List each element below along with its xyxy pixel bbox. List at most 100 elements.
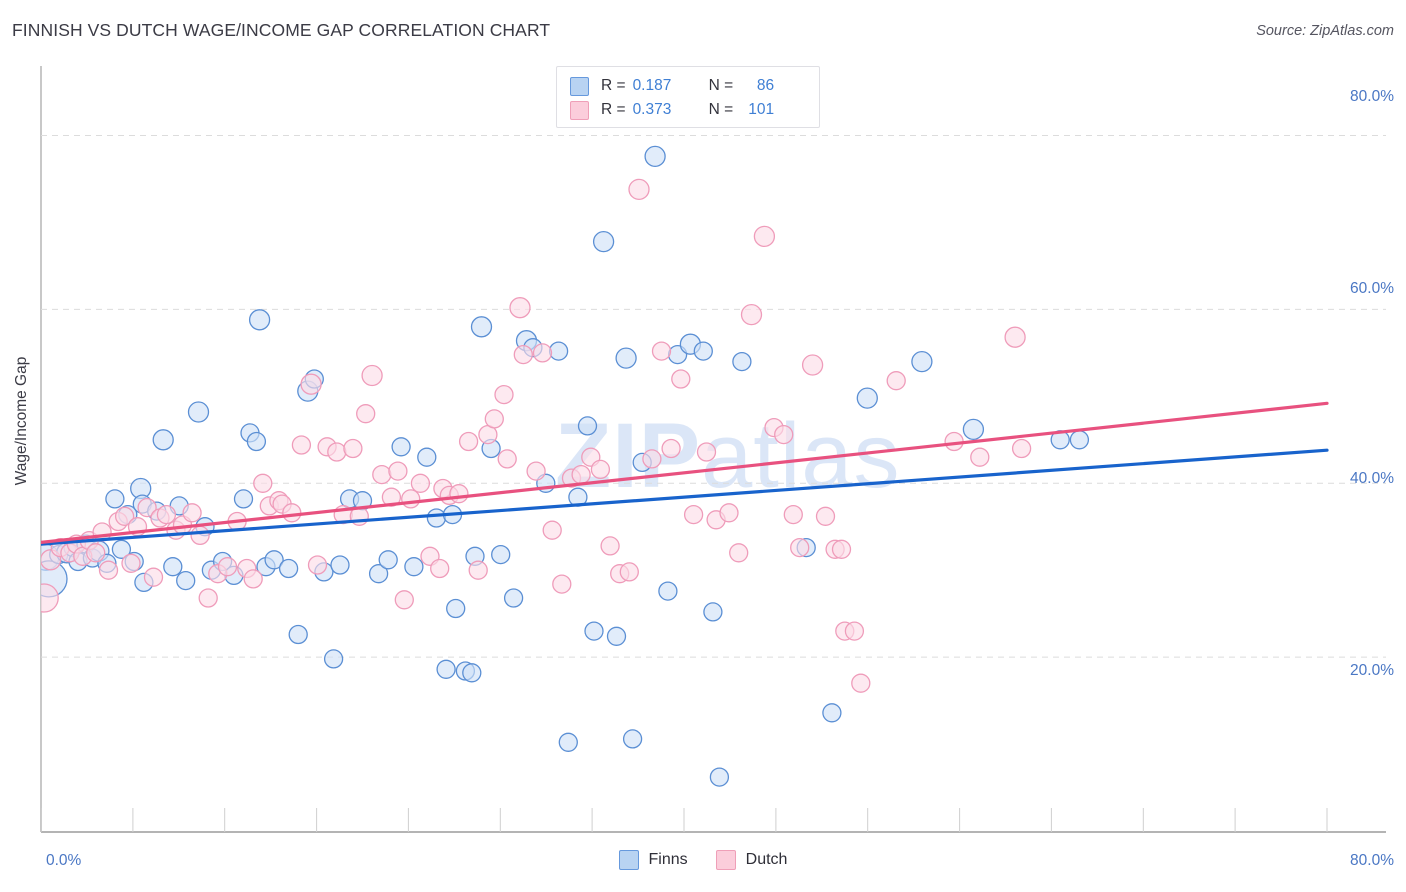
data-point — [844, 621, 865, 641]
data-point — [503, 588, 524, 608]
trendline-finns — [41, 448, 1329, 546]
data-point — [278, 558, 299, 579]
data-point — [182, 503, 202, 523]
data-point — [590, 459, 611, 480]
data-point — [372, 464, 392, 485]
data-point — [642, 449, 662, 469]
data-point — [388, 461, 408, 481]
data-point — [709, 767, 730, 787]
data-point — [484, 409, 504, 429]
data-point — [176, 570, 196, 591]
data-point — [1011, 438, 1032, 459]
data-point — [661, 438, 681, 459]
data-point — [619, 562, 639, 582]
data-point — [683, 504, 704, 525]
data-point — [282, 503, 302, 523]
data-point — [552, 574, 572, 594]
data-point — [152, 429, 174, 451]
data-point — [121, 553, 141, 573]
dutch-n-key: N = — [708, 101, 734, 118]
finns-r-value: 0.187 — [632, 77, 672, 94]
data-point — [190, 525, 210, 546]
series-legend: Finns Dutch — [0, 850, 1406, 870]
data-point — [856, 387, 878, 409]
dutch-legend-label: Dutch — [745, 851, 788, 868]
data-point — [291, 435, 312, 455]
data-point — [732, 351, 752, 372]
finns-n-value: 86 — [756, 77, 775, 94]
data-point — [187, 401, 210, 423]
data-point — [198, 588, 218, 608]
y-tick-label-80: 80.0% — [1350, 88, 1394, 105]
data-point — [446, 598, 466, 619]
data-point — [156, 504, 177, 525]
finns-legend-swatch-icon — [618, 850, 639, 870]
data-point — [571, 464, 591, 485]
data-point — [577, 416, 598, 436]
data-point — [693, 341, 713, 361]
dutch-n-value: 101 — [748, 101, 775, 118]
data-point — [253, 473, 273, 493]
data-point — [494, 384, 514, 405]
legend-item-dutch[interactable]: Dutch — [715, 850, 788, 870]
data-point — [143, 567, 164, 587]
data-point — [658, 581, 678, 601]
data-point — [606, 626, 627, 646]
finns-swatch-icon — [570, 76, 589, 96]
dutch-legend-swatch-icon — [715, 850, 736, 870]
data-point — [703, 602, 723, 622]
data-point — [851, 673, 871, 693]
data-point — [105, 489, 125, 509]
data-point — [497, 449, 517, 469]
correlation-stats-legend: R = 0.187 N = 86 R = 0.373 N = 101 — [556, 66, 820, 128]
dutch-r-value: 0.373 — [632, 101, 672, 118]
legend-item-finns[interactable]: Finns — [618, 850, 688, 870]
data-point — [300, 373, 322, 395]
data-point — [391, 437, 411, 457]
data-point — [671, 369, 691, 389]
finns-n-key: N = — [708, 77, 734, 94]
data-point — [491, 544, 511, 565]
y-tick-label-40: 40.0% — [1350, 470, 1394, 487]
data-point — [436, 659, 456, 679]
data-point — [513, 344, 533, 365]
data-point — [98, 560, 119, 580]
y-axis-title: Wage/Income Gap — [13, 356, 30, 486]
data-point — [753, 225, 776, 248]
data-point — [962, 418, 985, 441]
data-point — [163, 557, 183, 577]
data-point — [615, 347, 637, 369]
data-point — [327, 442, 347, 462]
series-points-dutch — [41, 178, 1032, 693]
finns-r-key: R = — [601, 77, 626, 94]
data-point — [719, 503, 739, 523]
stats-row-finns: R = 0.187 N = 86 — [557, 74, 819, 98]
data-point — [470, 316, 493, 338]
data-point — [361, 364, 383, 387]
data-point — [696, 442, 717, 462]
data-point — [378, 550, 398, 570]
data-point — [401, 489, 421, 509]
stats-row-dutch: R = 0.373 N = 101 — [557, 98, 819, 122]
data-point — [430, 558, 450, 579]
data-point — [584, 621, 604, 641]
data-point — [526, 461, 546, 481]
data-point — [394, 590, 414, 610]
data-point — [542, 520, 562, 540]
data-point — [822, 703, 842, 723]
data-point — [774, 424, 794, 445]
data-point — [343, 438, 363, 459]
data-point — [330, 555, 350, 575]
dutch-swatch-icon — [570, 100, 589, 120]
data-point — [651, 341, 672, 361]
page-title: FINNISH VS DUTCH WAGE/INCOME GAP CORRELA… — [12, 20, 551, 40]
source-attribution: Source: ZipAtlas.com — [1256, 23, 1394, 39]
data-point — [243, 569, 263, 589]
data-point — [740, 303, 763, 326]
dutch-r-key: R = — [601, 101, 626, 118]
data-point — [462, 663, 482, 683]
data-point — [246, 431, 267, 452]
data-point — [970, 447, 990, 467]
data-point — [628, 178, 650, 201]
plot-svg — [41, 135, 1386, 832]
